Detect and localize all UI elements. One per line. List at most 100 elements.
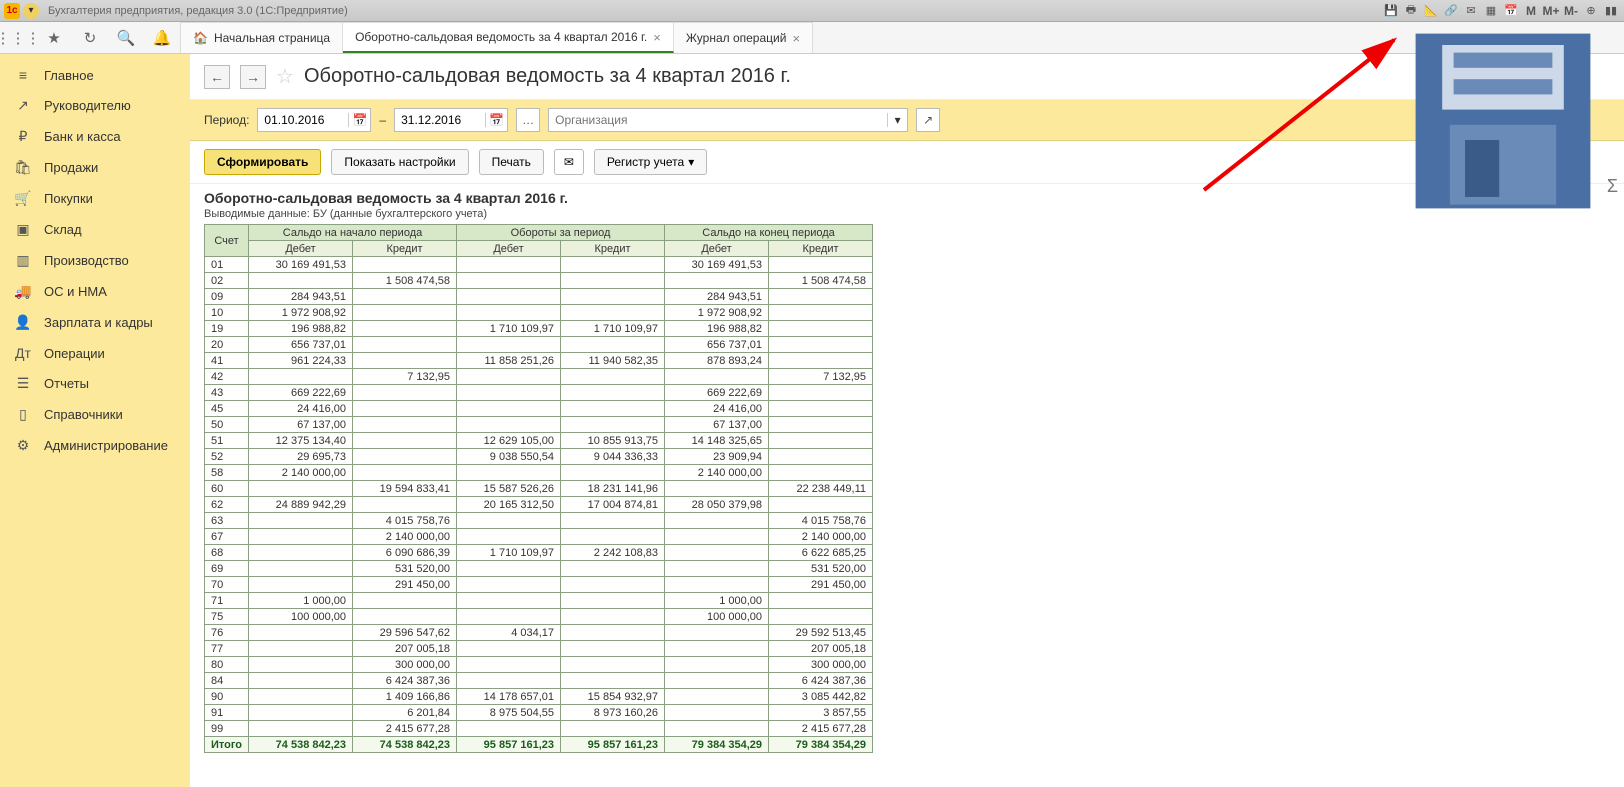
- table-row[interactable]: 916 201,848 975 504,558 973 160,263 857,…: [205, 705, 873, 721]
- table-row[interactable]: 6019 594 833,4115 587 526,2618 231 141,9…: [205, 481, 873, 497]
- sidebar-item-5[interactable]: ▣Склад: [0, 214, 190, 245]
- history-icon[interactable]: ↻: [72, 22, 108, 53]
- form-button[interactable]: Сформировать: [204, 149, 321, 175]
- sidebar-label: ОС и НМА: [44, 284, 107, 299]
- table-row[interactable]: 7629 596 547,624 034,1729 592 513,45: [205, 625, 873, 641]
- m-minus-button[interactable]: M-: [1562, 2, 1580, 20]
- table-row[interactable]: 5229 695,739 038 550,549 044 336,3323 90…: [205, 449, 873, 465]
- table-row[interactable]: 992 415 677,282 415 677,28: [205, 721, 873, 737]
- print-button[interactable]: Печать: [479, 149, 544, 175]
- sidebar-item-3[interactable]: 🛍Продажи: [0, 152, 190, 183]
- print-icon[interactable]: 🖶: [1402, 2, 1420, 20]
- th-debit: Дебет: [457, 241, 561, 257]
- sigma-icon[interactable]: Σ: [1607, 176, 1618, 197]
- table-row[interactable]: 43669 222,69669 222,69: [205, 385, 873, 401]
- star-icon[interactable]: ★: [36, 22, 72, 53]
- sidebar-icon: ▯: [14, 406, 32, 423]
- calendar-icon[interactable]: 📅: [348, 113, 370, 127]
- date-from-input[interactable]: [258, 113, 348, 127]
- table-row[interactable]: 427 132,957 132,95: [205, 369, 873, 385]
- table-row[interactable]: 41961 224,3311 858 251,2611 940 582,3587…: [205, 353, 873, 369]
- sidebar-item-7[interactable]: 🚚 ОС и НМА: [0, 276, 190, 307]
- panels-icon[interactable]: ▮▮: [1602, 2, 1620, 20]
- sidebar-item-4[interactable]: 🛒Покупки: [0, 183, 190, 214]
- table-row[interactable]: 75100 000,00100 000,00: [205, 609, 873, 625]
- table-row[interactable]: 582 140 000,002 140 000,00: [205, 465, 873, 481]
- table-row[interactable]: 77207 005,18207 005,18: [205, 641, 873, 657]
- sidebar-label: Склад: [44, 222, 82, 237]
- th-end-balance: Сальдо на конец периода: [665, 225, 873, 241]
- org-open-button[interactable]: ↗: [916, 108, 940, 132]
- dropdown-icon[interactable]: ▾: [23, 3, 39, 19]
- mail-button[interactable]: ✉: [554, 149, 584, 175]
- table-row[interactable]: 70291 450,00291 450,00: [205, 577, 873, 593]
- register-button[interactable]: Регистр учета ▾: [594, 149, 707, 175]
- nav-forward-button[interactable]: →: [240, 65, 266, 89]
- search-icon[interactable]: 🔍: [108, 22, 144, 53]
- sidebar-item-2[interactable]: ₽Банк и касса: [0, 121, 190, 152]
- table-row[interactable]: 0130 169 491,5330 169 491,53: [205, 257, 873, 273]
- bell-icon[interactable]: 🔔: [144, 22, 180, 53]
- date-to-field[interactable]: 📅: [394, 108, 508, 132]
- save-icon[interactable]: 💾: [1382, 2, 1400, 20]
- table-total-row: Итого74 538 842,2374 538 842,2395 857 16…: [205, 737, 873, 753]
- home-icon: 🏠: [193, 31, 208, 45]
- save-disk-overlay: [1408, 26, 1598, 216]
- table-row[interactable]: 634 015 758,764 015 758,76: [205, 513, 873, 529]
- chevron-down-icon[interactable]: ▾: [887, 113, 907, 127]
- apps-icon[interactable]: ⋮⋮⋮: [0, 22, 36, 53]
- zoom-icon[interactable]: ⊕: [1582, 2, 1600, 20]
- date-to-input[interactable]: [395, 113, 485, 127]
- sidebar-icon: 🛒: [14, 190, 32, 207]
- m-button[interactable]: M: [1522, 2, 1540, 20]
- favorite-icon[interactable]: ☆: [276, 64, 294, 89]
- table-row[interactable]: 686 090 686,391 710 109,972 242 108,836 …: [205, 545, 873, 561]
- table-row[interactable]: 901 409 166,8614 178 657,0115 854 932,97…: [205, 689, 873, 705]
- table-row[interactable]: 80300 000,00300 000,00: [205, 657, 873, 673]
- grid-icon[interactable]: ▦: [1482, 2, 1500, 20]
- table-row[interactable]: 846 424 387,366 424 387,36: [205, 673, 873, 689]
- calc-icon[interactable]: 📐: [1422, 2, 1440, 20]
- table-row[interactable]: 5067 137,0067 137,00: [205, 417, 873, 433]
- org-input[interactable]: [549, 113, 887, 127]
- settings-button[interactable]: Показать настройки: [331, 149, 468, 175]
- tab-report[interactable]: Оборотно-сальдовая ведомость за 4 кварта…: [343, 22, 674, 53]
- table-row[interactable]: 021 508 474,581 508 474,58: [205, 273, 873, 289]
- table-row[interactable]: 672 140 000,002 140 000,00: [205, 529, 873, 545]
- table-row[interactable]: 20656 737,01656 737,01: [205, 337, 873, 353]
- report-subtitle: Выводимые данные: БУ (данные бухгалтерск…: [204, 208, 1610, 220]
- close-icon[interactable]: ×: [792, 31, 800, 46]
- sidebar-item-11[interactable]: ▯Справочники: [0, 399, 190, 430]
- close-icon[interactable]: ×: [653, 30, 661, 45]
- table-row[interactable]: 711 000,001 000,00: [205, 593, 873, 609]
- org-field[interactable]: ▾: [548, 108, 908, 132]
- sidebar-item-12[interactable]: ⚙Администрирование: [0, 430, 190, 461]
- link-icon[interactable]: 🔗: [1442, 2, 1460, 20]
- period-picker-button[interactable]: …: [516, 108, 540, 132]
- table-row[interactable]: 09284 943,51284 943,51: [205, 289, 873, 305]
- date-from-field[interactable]: 📅: [257, 108, 371, 132]
- calendar-icon[interactable]: 📅: [485, 113, 507, 127]
- table-row[interactable]: 101 972 908,921 972 908,92: [205, 305, 873, 321]
- tab-journal[interactable]: Журнал операций ×: [674, 22, 813, 53]
- tab-home[interactable]: 🏠 Начальная страница: [180, 22, 343, 53]
- sidebar-item-9[interactable]: ДтОперации: [0, 338, 190, 368]
- calendar-icon[interactable]: 📅: [1502, 2, 1520, 20]
- table-row[interactable]: 69531 520,00531 520,00: [205, 561, 873, 577]
- table-row[interactable]: 19196 988,821 710 109,971 710 109,97196 …: [205, 321, 873, 337]
- table-row[interactable]: 4524 416,0024 416,00: [205, 401, 873, 417]
- sidebar-item-0[interactable]: ≡Главное: [0, 60, 190, 90]
- sidebar-item-1[interactable]: ↗Руководителю: [0, 90, 190, 121]
- sidebar-item-6[interactable]: ▥Производство: [0, 245, 190, 276]
- sidebar-item-10[interactable]: ☰Отчеты: [0, 368, 190, 399]
- sidebar-label: Главное: [44, 68, 94, 83]
- nav-back-button[interactable]: ←: [204, 65, 230, 89]
- mail-icon[interactable]: ✉: [1462, 2, 1480, 20]
- sidebar-icon: 🚚: [14, 283, 32, 300]
- table-row[interactable]: 6224 889 942,2920 165 312,5017 004 874,8…: [205, 497, 873, 513]
- table-row[interactable]: 5112 375 134,4012 629 105,0010 855 913,7…: [205, 433, 873, 449]
- sidebar-icon: ⚙: [14, 437, 32, 454]
- th-debit: Дебет: [249, 241, 353, 257]
- m-plus-button[interactable]: M+: [1542, 2, 1560, 20]
- sidebar-item-8[interactable]: 👤Зарплата и кадры: [0, 307, 190, 338]
